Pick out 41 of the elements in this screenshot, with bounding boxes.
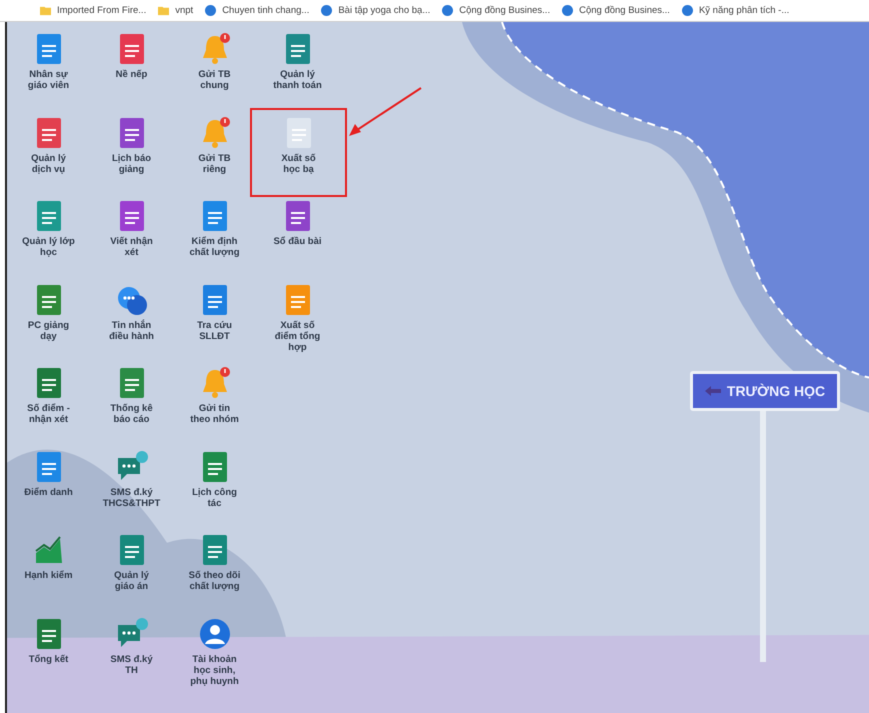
app-tile[interactable]: Viết nhận xét	[90, 199, 173, 282]
app-tile[interactable]: Kiểm định chất lượng	[173, 199, 256, 282]
app-tile[interactable]: Lịch báo giảng	[90, 116, 173, 199]
app-tile[interactable]: Lịch công tác	[173, 450, 256, 533]
bookmark-link[interactable]: Cộng đồng Busines...	[459, 5, 550, 16]
app-tile[interactable]: Quản lý lớp học	[7, 199, 90, 282]
bookmark-link[interactable]: vnpt	[175, 5, 194, 16]
site-icon	[205, 5, 216, 16]
app-tile[interactable]: Sổ đầu bài	[256, 199, 339, 282]
arrow-left-icon	[704, 386, 721, 396]
app-tile[interactable]: Xuất số điểm tổng hợp	[256, 282, 339, 366]
app-tile[interactable]: Tài khoản học sinh, phụ huynh	[173, 616, 256, 700]
user-icon	[198, 616, 232, 650]
app-tile[interactable]: Tin nhắn điều hành	[90, 282, 173, 366]
bookmark-link[interactable]: Bài tập yoga cho bạ...	[338, 5, 430, 16]
folder-icon	[40, 5, 51, 16]
bookmark-link[interactable]: Imported From Fire...	[57, 5, 146, 16]
app-tile[interactable]: PC giảng dạy	[7, 282, 90, 366]
app-tile[interactable]: Hạnh kiểm	[7, 533, 90, 616]
site-icon	[442, 5, 454, 16]
app-tile[interactable]: Điểm danh	[7, 450, 90, 533]
folder-icon	[158, 5, 170, 16]
sign-text: TRƯỜNG HỌC	[726, 383, 826, 399]
app-tile[interactable]: Quản lý giáo án	[90, 533, 173, 616]
app-tile[interactable]: Tổng kết	[7, 616, 90, 700]
site-icon	[321, 5, 332, 16]
app-tile[interactable]: SMS đ.ký THCS&THPT	[90, 450, 173, 533]
app-tile[interactable]: Nề nếp	[90, 32, 173, 116]
site-icon	[682, 5, 693, 16]
app-tile[interactable]: Gửi tin theo nhóm	[173, 366, 256, 450]
app-tile[interactable]: SMS đ.ký TH	[90, 616, 173, 700]
app-tile[interactable]: Tra cứu SLLĐT	[173, 282, 256, 366]
app-tile[interactable]: Quản lý dịch vụ	[7, 116, 90, 199]
app-tile[interactable]: Nhân sự giáo viên	[7, 32, 90, 116]
app-tile[interactable]: Số điểm - nhận xét	[7, 366, 90, 450]
bookmark-link[interactable]: Chuyen tinh chang...	[222, 5, 310, 16]
site-icon	[562, 5, 574, 16]
app-tile[interactable]: Số theo dõi chất lượng	[173, 533, 256, 616]
bookmark-link[interactable]: Kỹ năng phân tích -...	[698, 5, 790, 16]
app-tile[interactable]: Thống kê báo cáo	[90, 366, 173, 450]
bookmark-link[interactable]: Cộng đồng Busines...	[579, 5, 670, 16]
